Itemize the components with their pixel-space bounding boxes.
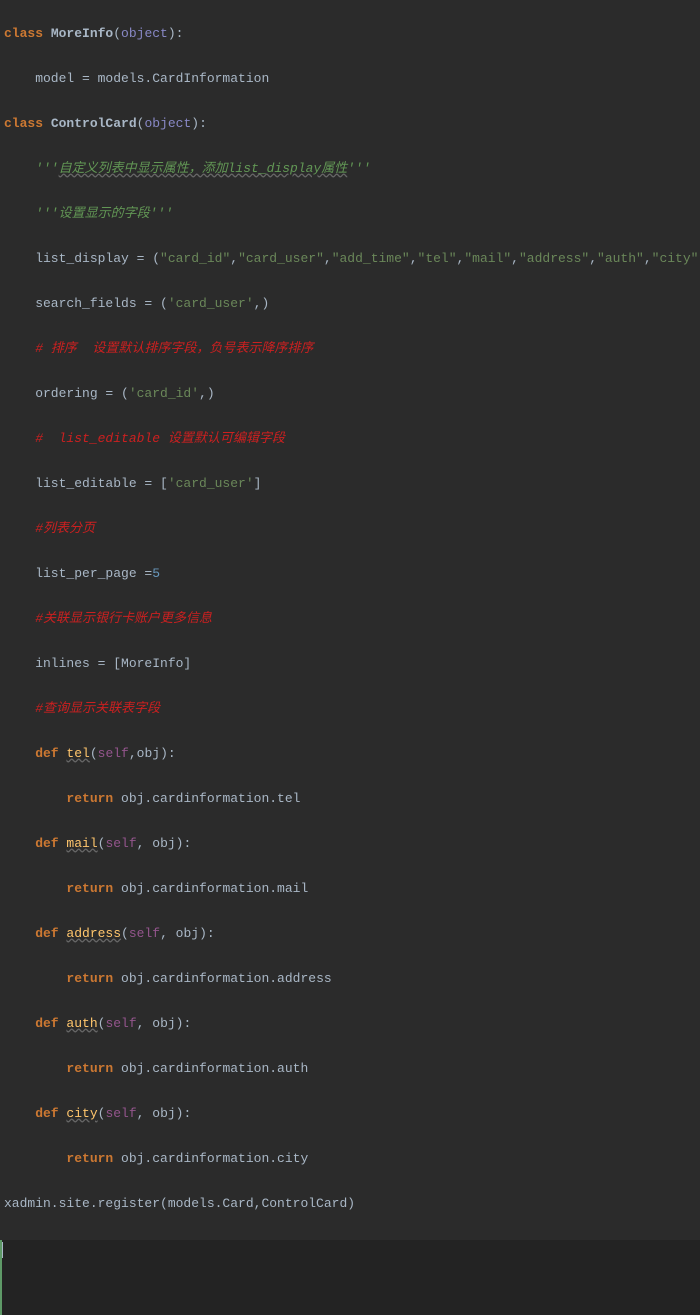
- keyword-return: return: [4, 791, 121, 806]
- function-name: city: [66, 1106, 97, 1121]
- code-line: return obj.cardinformation.address: [4, 968, 700, 991]
- self-param: self: [105, 1106, 136, 1121]
- function-name: auth: [66, 1016, 97, 1031]
- code-line: # 排序 设置默认排序字段，负号表示降序排序: [4, 338, 700, 361]
- code-line: ordering = ('card_id',): [4, 383, 700, 406]
- keyword-return: return: [4, 1151, 121, 1166]
- docstring: 自定义列表中显示属性，添加list_display属性: [59, 161, 348, 176]
- code-line: list_editable = ['card_user']: [4, 473, 700, 496]
- code-line: xadmin.site.register(models.Card,Control…: [4, 1193, 700, 1216]
- comment: # 排序 设置默认排序字段，负号表示降序排序: [4, 341, 313, 356]
- keyword-return: return: [4, 1061, 121, 1076]
- code-line: return obj.cardinformation.city: [4, 1148, 700, 1171]
- builtin-object: object: [121, 26, 168, 41]
- code-line: inlines = [MoreInfo]: [4, 653, 700, 676]
- function-name: mail: [66, 836, 97, 851]
- number: 5: [152, 566, 160, 581]
- keyword-def: def: [4, 836, 66, 851]
- keyword-def: def: [4, 746, 66, 761]
- code-line: model = models.CardInformation: [4, 68, 700, 91]
- comment: #查询显示关联表字段: [4, 701, 160, 716]
- comment: #列表分页: [4, 521, 95, 536]
- code-editor[interactable]: class MoreInfo(object): model = models.C…: [0, 0, 700, 1238]
- code-line: '''设置显示的字段''': [4, 203, 700, 226]
- docstring: '''设置显示的字段''': [4, 206, 173, 221]
- code-line: return obj.cardinformation.tel: [4, 788, 700, 811]
- code-line: #列表分页: [4, 518, 700, 541]
- keyword-class: class: [4, 116, 51, 131]
- comment: # list_editable 设置默认可编辑字段: [4, 431, 285, 446]
- keyword-def: def: [4, 926, 66, 941]
- builtin-object: object: [144, 116, 191, 131]
- self-param: self: [105, 836, 136, 851]
- code-line: return obj.cardinformation.mail: [4, 878, 700, 901]
- code-line: def mail(self, obj):: [4, 833, 700, 856]
- code-line: def tel(self,obj):: [4, 743, 700, 766]
- comment: #关联显示银行卡账户更多信息: [4, 611, 212, 626]
- code-line: class MoreInfo(object):: [4, 23, 700, 46]
- code-line: def city(self, obj):: [4, 1103, 700, 1126]
- code-line: '''自定义列表中显示属性，添加list_display属性''': [4, 158, 700, 181]
- code-line: #关联显示银行卡账户更多信息: [4, 608, 700, 631]
- class-name: ControlCard: [51, 116, 137, 131]
- editor-empty-area[interactable]: [0, 1240, 700, 1315]
- text-cursor: [2, 1242, 3, 1258]
- code-line: list_display = ("card_id","card_user","a…: [4, 248, 700, 271]
- keyword-def: def: [4, 1106, 66, 1121]
- function-name: address: [66, 926, 121, 941]
- self-param: self: [129, 926, 160, 941]
- code-line: list_per_page =5: [4, 563, 700, 586]
- self-param: self: [98, 746, 129, 761]
- code-line: #查询显示关联表字段: [4, 698, 700, 721]
- keyword-return: return: [4, 881, 121, 896]
- keyword-def: def: [4, 1016, 66, 1031]
- keyword-class: class: [4, 26, 51, 41]
- class-name: MoreInfo: [51, 26, 113, 41]
- code-line: class ControlCard(object):: [4, 113, 700, 136]
- code-line: # list_editable 设置默认可编辑字段: [4, 428, 700, 451]
- code-line: def auth(self, obj):: [4, 1013, 700, 1036]
- code-line: search_fields = ('card_user',): [4, 293, 700, 316]
- function-name: tel: [66, 746, 89, 761]
- keyword-return: return: [4, 971, 121, 986]
- code-line: def address(self, obj):: [4, 923, 700, 946]
- self-param: self: [105, 1016, 136, 1031]
- code-line: return obj.cardinformation.auth: [4, 1058, 700, 1081]
